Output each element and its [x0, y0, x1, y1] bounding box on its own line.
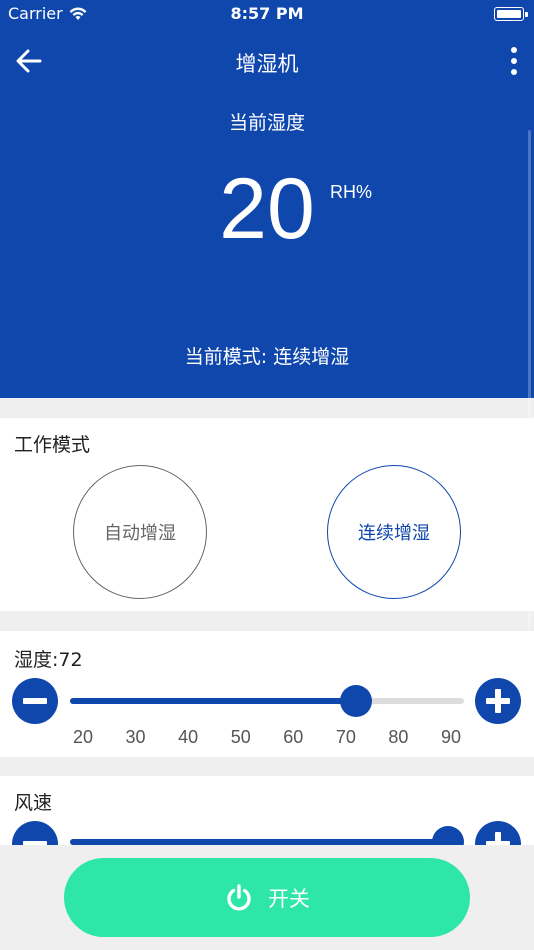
humidity-tick-label: 20: [72, 727, 94, 747]
humidity-tick-label: 70: [335, 727, 356, 747]
humidity-slider-thumb[interactable]: [340, 685, 373, 717]
page-title: 增湿机: [235, 52, 299, 76]
battery-icon: [494, 7, 528, 21]
power-button[interactable]: 开关: [64, 858, 470, 937]
scroll-indicator: [528, 130, 531, 750]
plus-icon: [486, 689, 510, 713]
work-mode-card: 工作模式 自动增湿 连续增湿: [0, 418, 534, 611]
current-humidity-value: 20: [219, 161, 315, 257]
humidity-card: 湿度:72 20 30 40 50 60 70 80 90: [0, 631, 534, 757]
humidity-tick-label: 80: [388, 727, 409, 747]
humidity-slider-fill: [70, 698, 357, 704]
fan-speed-title: 风速: [14, 792, 53, 814]
humidity-tick-label: 30: [125, 727, 146, 747]
humidity-tick-label: 40: [178, 727, 199, 747]
humidity-tick-label: 90: [440, 727, 462, 747]
current-humidity-label: 当前湿度: [228, 112, 305, 134]
current-mode-text: 当前模式: 连续增湿: [184, 346, 350, 368]
bottom-bar: 开关: [0, 845, 534, 950]
mode-continuous-button[interactable]: 连续增湿: [327, 465, 461, 599]
humidity-increase-button[interactable]: [475, 678, 521, 724]
minus-icon: [23, 698, 47, 704]
more-vertical-icon[interactable]: [508, 46, 520, 76]
work-mode-title: 工作模式: [14, 434, 91, 456]
humidity-tick-labels: 20 30 40 50 60 70 80 90: [0, 727, 534, 751]
humidity-tick-label: 60: [283, 727, 304, 747]
humidity-tick-label: 50: [230, 727, 251, 747]
status-time: 8:57 PM: [230, 4, 304, 23]
header-panel: Carrier 8:57 PM 增湿机 当前湿度 20 RH% 当前模式: 连续…: [0, 0, 534, 398]
humidity-unit: RH%: [330, 182, 373, 202]
humidity-decrease-button[interactable]: [12, 678, 58, 724]
humidity-slider[interactable]: [70, 685, 464, 717]
mode-auto-button[interactable]: 自动增湿: [73, 465, 207, 599]
power-button-label: 开关: [268, 886, 310, 911]
power-icon: [227, 883, 251, 911]
status-bar: Carrier 8:57 PM: [0, 0, 534, 28]
humidity-title: 湿度:72: [14, 649, 83, 671]
